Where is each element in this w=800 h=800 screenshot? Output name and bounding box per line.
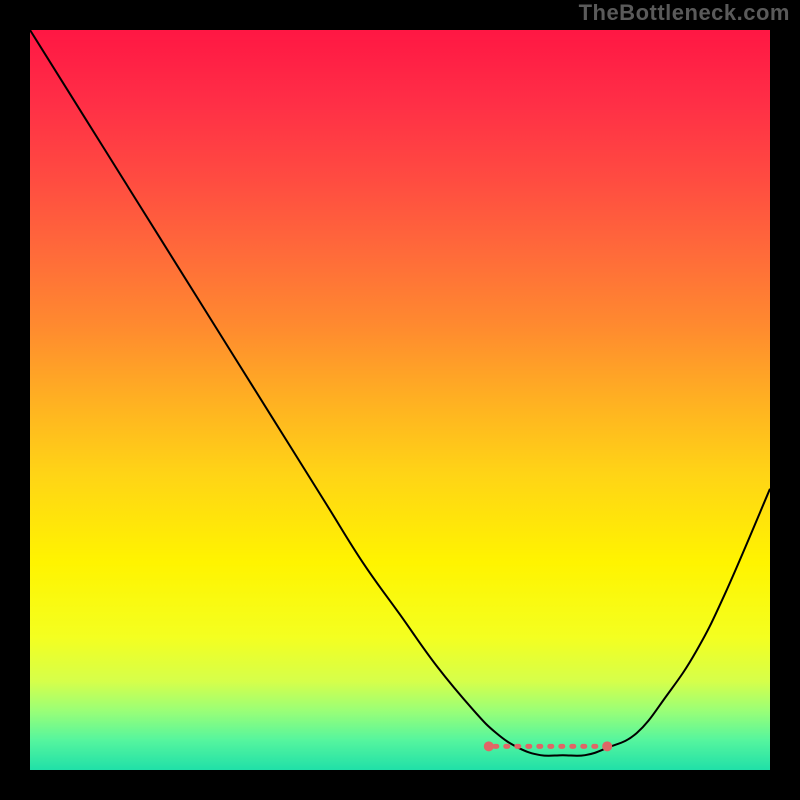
watermark: TheBottleneck.com: [579, 0, 790, 26]
chart-container: TheBottleneck.com: [0, 0, 800, 800]
plot-area: [30, 30, 770, 770]
chart-svg: [30, 30, 770, 770]
gradient-background: [30, 30, 770, 770]
